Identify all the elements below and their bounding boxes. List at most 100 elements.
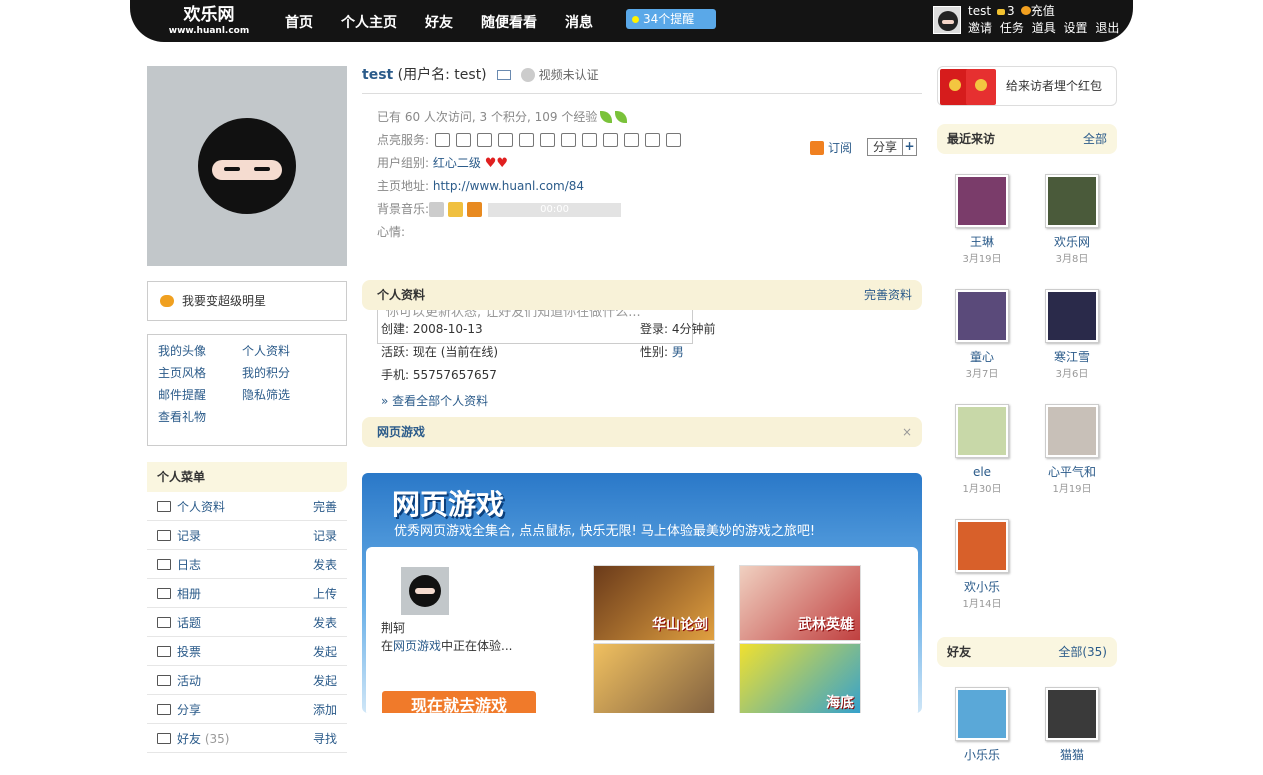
reminder-badge[interactable]: 34个提醒 <box>626 9 716 29</box>
link-privacy-filter[interactable]: 隐私筛选 <box>242 387 326 404</box>
close-icon[interactable]: × <box>902 417 912 447</box>
visitor-card[interactable]: 心平气和 1月19日 <box>1027 404 1117 498</box>
nav-explore[interactable]: 随便看看 <box>481 12 537 32</box>
user-group-link[interactable]: 红心二级 <box>433 156 481 170</box>
phone-icon[interactable] <box>624 133 640 147</box>
visitor-card[interactable]: ele 1月30日 <box>937 404 1027 498</box>
menu-item-poll[interactable]: 投票 发起 <box>147 637 347 666</box>
see-all-profile-link[interactable]: » 查看全部个人资料 <box>381 392 488 409</box>
link-profile[interactable]: 个人资料 <box>242 343 326 360</box>
link-props[interactable]: 道具 <box>1032 21 1056 35</box>
play-icon[interactable] <box>429 202 445 217</box>
logo-text: 欢乐网 <box>183 5 235 25</box>
reminder-count: 34个提醒 <box>643 12 695 26</box>
user-info: test 3 充值 <box>968 2 1055 19</box>
home-icon[interactable] <box>456 133 472 147</box>
friend-avatar[interactable] <box>955 687 1009 741</box>
personal-menu-header: 个人菜单 <box>147 462 347 492</box>
username-link[interactable]: test <box>968 4 991 18</box>
gift-icon[interactable] <box>666 133 682 147</box>
visitors-all-link[interactable]: 全部 <box>1083 124 1107 154</box>
visitor-avatar[interactable] <box>955 519 1009 573</box>
link-settings[interactable]: 设置 <box>1064 21 1088 35</box>
webcam-icon[interactable] <box>498 133 514 147</box>
friends-all-link[interactable]: 全部(35) <box>1058 637 1107 667</box>
nav-messages[interactable]: 消息 <box>565 12 593 32</box>
link-logout[interactable]: 退出 <box>1095 21 1119 35</box>
profile-section-header: 个人资料 完善资料 <box>362 280 922 310</box>
link-mail-reminder[interactable]: 邮件提醒 <box>158 387 242 404</box>
camera-icon <box>157 587 171 599</box>
game-thumb-4[interactable]: 海底 <box>739 643 861 713</box>
menu-item-share[interactable]: 分享 添加 <box>147 695 347 724</box>
menu-item-records[interactable]: 记录 记录 <box>147 521 347 550</box>
game-thumb-2[interactable]: 武林英雄 <box>739 565 861 641</box>
stop-icon[interactable] <box>467 202 483 217</box>
share-button[interactable]: 分享 + <box>867 138 917 156</box>
player-avatar[interactable] <box>401 567 449 615</box>
become-star-button[interactable]: 我要变超级明星 <box>147 281 347 321</box>
web-games-banner[interactable]: 网页游戏 优秀网页游戏全集合, 点点鼠标, 快乐无限! 马上体验最美妙的游戏之旅… <box>362 473 922 713</box>
visitor-avatar[interactable] <box>1045 174 1099 228</box>
vcard-icon[interactable] <box>496 70 511 80</box>
diamond-icon[interactable] <box>435 133 451 147</box>
game-thumb-3[interactable] <box>593 643 715 713</box>
pause-icon[interactable] <box>448 202 464 217</box>
visitor-card[interactable]: 童心 3月7日 <box>937 289 1027 383</box>
homepage-link[interactable]: http://www.huanl.com/84 <box>433 179 584 193</box>
red-packet-button[interactable]: 给来访者埋个红包 <box>937 66 1117 106</box>
player-name[interactable]: 荆轲 <box>381 619 405 636</box>
nav-friends[interactable]: 好友 <box>425 12 453 32</box>
profile-card-icon <box>157 500 171 512</box>
id-icon[interactable] <box>519 133 535 147</box>
users-icon[interactable] <box>645 133 661 147</box>
mail-icon[interactable] <box>561 133 577 147</box>
visitor-avatar[interactable] <box>1045 404 1099 458</box>
link-my-avatar[interactable]: 我的头像 <box>158 343 242 360</box>
music-progress[interactable]: 00:00 <box>488 202 622 217</box>
play-now-button[interactable]: 现在就去游戏 <box>382 691 536 713</box>
site-logo[interactable]: 欢乐网 www.huanl.com <box>164 5 254 37</box>
photo-icon[interactable] <box>540 133 556 147</box>
subscribe-link[interactable]: 订阅 <box>809 139 852 156</box>
card-icon[interactable] <box>477 133 493 147</box>
friend-card[interactable]: 小乐乐 <box>937 687 1027 763</box>
link-my-points[interactable]: 我的积分 <box>242 365 326 382</box>
video-verify[interactable]: 视频未认证 <box>520 68 599 82</box>
visitor-card[interactable]: 欢小乐 1月14日 <box>937 519 1027 613</box>
visitor-avatar[interactable] <box>955 174 1009 228</box>
film-icon[interactable] <box>582 133 598 147</box>
visitor-card[interactable]: 寒江雪 3月6日 <box>1027 289 1117 383</box>
menu-item-blog[interactable]: 日志 发表 <box>147 550 347 579</box>
visitor-avatar[interactable] <box>955 289 1009 343</box>
visitor-avatar[interactable] <box>1045 289 1099 343</box>
profile-name[interactable]: test <box>362 67 393 83</box>
visitor-card[interactable]: 王琳 3月19日 <box>937 174 1027 268</box>
menu-item-topics[interactable]: 话题 发表 <box>147 608 347 637</box>
player-status: 在网页游戏中正在体验... <box>381 639 513 653</box>
user-avatar[interactable] <box>933 6 961 34</box>
charge-icon <box>1020 6 1031 15</box>
friend-card[interactable]: 猫猫 <box>1027 687 1117 763</box>
menu-item-events[interactable]: 活动 发起 <box>147 666 347 695</box>
penguin-icon[interactable] <box>603 133 619 147</box>
link-homepage-style[interactable]: 主页风格 <box>158 365 242 382</box>
user-links: 邀请 任务 道具 设置 退出 <box>968 19 1123 36</box>
nav-home[interactable]: 首页 <box>285 12 313 32</box>
profile-avatar[interactable] <box>147 66 347 266</box>
visitor-avatar[interactable] <box>955 404 1009 458</box>
menu-item-album[interactable]: 相册 上传 <box>147 579 347 608</box>
nav-my-homepage[interactable]: 个人主页 <box>341 12 397 32</box>
menu-item-friends[interactable]: 好友 (35) 寻找 <box>147 724 347 753</box>
menu-item-profile[interactable]: 个人资料 完善 <box>147 492 347 521</box>
charge-link[interactable]: 充值 <box>1031 4 1055 18</box>
friend-avatar[interactable] <box>1045 687 1099 741</box>
coin-count: 3 <box>1007 4 1015 18</box>
megaphone-icon <box>157 674 171 686</box>
visitor-card[interactable]: 欢乐网 3月8日 <box>1027 174 1117 268</box>
game-thumb-1[interactable]: 华山论剑 <box>593 565 715 641</box>
link-invite[interactable]: 邀请 <box>968 21 992 35</box>
link-tasks[interactable]: 任务 <box>1000 21 1024 35</box>
link-view-gifts[interactable]: 查看礼物 <box>158 409 242 426</box>
complete-profile-link[interactable]: 完善资料 <box>864 280 912 310</box>
